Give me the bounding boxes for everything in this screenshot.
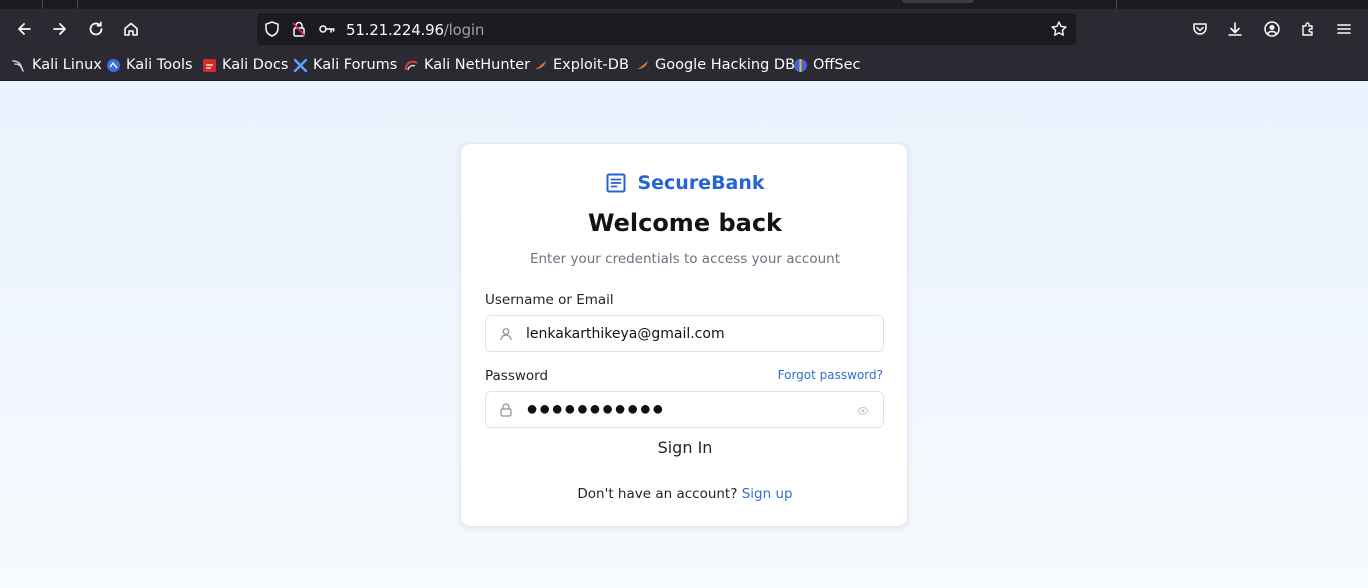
bookmark-offsec[interactable]: OffSec bbox=[793, 55, 861, 75]
arrow-right-icon bbox=[53, 23, 66, 35]
user-icon bbox=[500, 328, 512, 341]
bookmark-label: Kali NetHunter bbox=[424, 57, 531, 73]
tab-strip bbox=[0, 0, 1368, 9]
login-card: SecureBank Welcome back Enter your crede… bbox=[460, 143, 908, 527]
ghdb-icon bbox=[635, 58, 650, 73]
url-host: 51.21.224.96 bbox=[346, 21, 444, 39]
bookmark-kali-nethunter[interactable]: Kali NetHunter bbox=[404, 55, 530, 75]
home-button[interactable] bbox=[117, 15, 145, 43]
bookmark-label: Kali Docs bbox=[222, 57, 289, 73]
shield-icon[interactable] bbox=[263, 20, 281, 38]
extensions-button[interactable] bbox=[1294, 15, 1322, 43]
bookmark-kali-linux[interactable]: Kali Linux bbox=[12, 55, 102, 75]
username-label: Username or Email bbox=[485, 292, 614, 308]
pocket-icon bbox=[1193, 23, 1207, 35]
lock-icon bbox=[500, 403, 512, 417]
kali-forums-icon bbox=[293, 58, 308, 73]
password-input[interactable]: ●●●●●●●●●●● bbox=[526, 399, 664, 419]
bookmark-label: OffSec bbox=[813, 57, 861, 73]
insecure-lock-icon[interactable] bbox=[290, 20, 308, 38]
sign-in-button[interactable]: Sign In bbox=[461, 438, 909, 457]
bookmark-google-hacking-db[interactable]: Google Hacking DB bbox=[635, 55, 795, 75]
forgot-password-link[interactable]: Forgot password? bbox=[778, 368, 883, 382]
navigation-toolbar: 51.21.224.96/login bbox=[0, 9, 1368, 49]
signup-prompt: Don't have an account? bbox=[577, 486, 738, 502]
puzzle-icon bbox=[1302, 22, 1313, 36]
arrow-left-icon bbox=[18, 23, 31, 35]
bookmark-label: Kali Tools bbox=[126, 57, 193, 73]
eye-icon[interactable] bbox=[857, 405, 869, 417]
tab-separator bbox=[1116, 0, 1117, 9]
signup-row: Don't have an account? Sign up bbox=[461, 486, 909, 502]
brand-name: SecureBank bbox=[637, 172, 765, 194]
home-icon bbox=[124, 22, 138, 36]
offsec-icon bbox=[793, 58, 808, 73]
account-icon bbox=[1264, 21, 1280, 37]
bookmark-label: Google Hacking DB bbox=[655, 57, 796, 73]
bookmark-exploit-db[interactable]: Exploit-DB bbox=[533, 55, 629, 75]
reload-icon bbox=[89, 21, 103, 36]
hamburger-icon bbox=[1337, 24, 1351, 34]
downloads-button[interactable] bbox=[1221, 15, 1249, 43]
download-icon bbox=[1228, 22, 1242, 36]
pocket-button[interactable] bbox=[1186, 15, 1214, 43]
page-title: Welcome back bbox=[587, 209, 783, 237]
kali-dragon-icon bbox=[12, 58, 27, 73]
tab-separator bbox=[77, 0, 78, 9]
tab-separator bbox=[42, 0, 43, 9]
brand-header: SecureBank bbox=[461, 172, 909, 194]
back-button[interactable] bbox=[10, 15, 38, 43]
url-path: /login bbox=[443, 21, 485, 39]
menu-button[interactable] bbox=[1330, 15, 1358, 43]
bookmark-label: Kali Linux bbox=[32, 57, 102, 73]
url-text[interactable]: 51.21.224.96/login bbox=[346, 21, 484, 39]
bookmark-kali-forums[interactable]: Kali Forums bbox=[293, 55, 397, 75]
account-button[interactable] bbox=[1258, 15, 1286, 43]
address-bar[interactable]: 51.21.224.96/login bbox=[257, 13, 1076, 45]
password-label: Password bbox=[485, 368, 549, 384]
bookmarks-toolbar: Kali Linux Kali Tools Kali Docs Kali For… bbox=[0, 49, 1368, 81]
kali-docs-icon bbox=[202, 58, 217, 73]
key-icon[interactable] bbox=[318, 20, 336, 38]
bookmark-label: Kali Forums bbox=[313, 57, 398, 73]
bookmark-label: Exploit-DB bbox=[553, 57, 629, 73]
bookmark-kali-docs[interactable]: Kali Docs bbox=[202, 55, 288, 75]
username-input[interactable] bbox=[526, 316, 846, 351]
username-field[interactable] bbox=[485, 315, 884, 352]
kali-tools-icon bbox=[106, 58, 121, 73]
bookmark-kali-tools[interactable]: Kali Tools bbox=[106, 55, 193, 75]
page-content: SecureBank Welcome back Enter your crede… bbox=[0, 82, 1368, 588]
reload-button[interactable] bbox=[82, 15, 110, 43]
page-subtitle: Enter your credentials to access your ac… bbox=[529, 251, 841, 267]
exploit-db-icon bbox=[533, 58, 548, 73]
tab-indicator[interactable] bbox=[902, 0, 974, 3]
document-icon bbox=[606, 173, 626, 193]
sign-up-link[interactable]: Sign up bbox=[742, 486, 793, 502]
bookmark-star-icon[interactable] bbox=[1050, 20, 1068, 38]
nethunter-icon bbox=[404, 58, 419, 73]
forward-button[interactable] bbox=[46, 15, 74, 43]
password-field[interactable]: ●●●●●●●●●●● bbox=[485, 391, 884, 428]
